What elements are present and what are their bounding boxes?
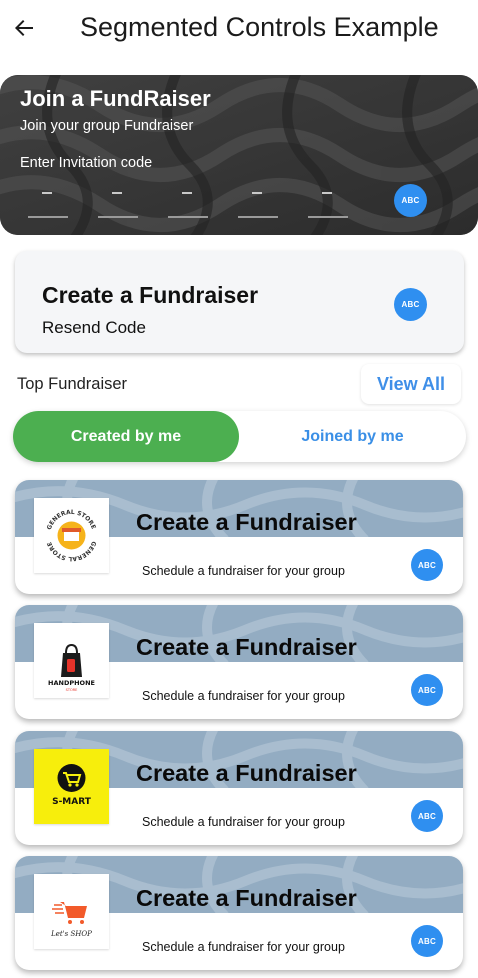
code-digit-field[interactable] [308,178,348,218]
fundraiser-card[interactable]: S-MART Create a Fundraiser Schedule a fu… [15,731,463,845]
join-fundraiser-card: Join a FundRaiser Join your group Fundra… [0,75,478,235]
abc-keyboard-icon[interactable]: ABC [411,674,443,706]
resend-code-link[interactable]: Resend Code [42,318,146,338]
create-fundraiser-title: Create a Fundraiser [42,282,259,308]
abc-keyboard-icon[interactable]: ABC [394,288,427,321]
abc-keyboard-icon[interactable]: ABC [411,925,443,957]
page-title: Segmented Controls Example [80,12,439,42]
logo-text: Let's SHOP [50,930,92,938]
fundraiser-card[interactable]: HANDPHONE STORE Create a Fundraiser Sche… [15,605,463,719]
code-digit-field[interactable] [28,178,68,218]
general-store-logo: GENERAL STORE GENERAL STORE [34,498,109,573]
fundraiser-title: Create a Fundraiser [136,634,357,660]
fundraiser-card[interactable]: Let's SHOP Create a Fundraiser Schedule … [15,856,463,970]
abc-keyboard-icon[interactable]: ABC [411,800,443,832]
fundraiser-subtitle: Schedule a fundraiser for your group [142,940,345,954]
fundraiser-subtitle: Schedule a fundraiser for your group [142,564,345,578]
fundraiser-subtitle: Schedule a fundraiser for your group [142,815,345,829]
invitation-code-label: Enter Invitation code [20,155,153,171]
logo-text: S-MART [52,797,92,807]
fundraiser-subtitle: Schedule a fundraiser for your group [142,689,345,703]
abc-keyboard-icon[interactable]: ABC [394,184,427,217]
logo-text: STORE [66,688,78,692]
code-digit-field[interactable] [168,178,208,218]
fundraiser-title: Create a Fundraiser [136,885,357,911]
view-all-button[interactable]: View All [361,364,461,404]
lets-shop-logo: Let's SHOP [34,874,109,949]
segmented-control: Created by me Joined by me [13,411,466,462]
back-arrow-icon[interactable] [10,14,38,42]
fundraiser-title: Create a Fundraiser [136,760,357,786]
create-fundraiser-card[interactable]: Create a Fundraiser Resend Code ABC [15,251,464,353]
handphone-store-logo: HANDPHONE STORE [34,623,109,698]
fundraiser-card[interactable]: GENERAL STORE GENERAL STORE Create a Fun… [15,480,463,594]
fundraiser-title: Create a Fundraiser [136,509,357,535]
code-digit-field[interactable] [238,178,278,218]
hero-title: Join a FundRaiser [20,86,211,111]
app-bar: Segmented Controls Example [0,0,478,56]
segment-created-by-me[interactable]: Created by me [13,411,239,462]
abc-keyboard-icon[interactable]: ABC [411,549,443,581]
segment-joined-by-me[interactable]: Joined by me [239,411,466,462]
code-digit-field[interactable] [98,178,138,218]
hero-subtitle: Join your group Fundraiser [20,118,194,134]
top-fundraiser-heading: Top Fundraiser [17,375,128,393]
logo-text: HANDPHONE [48,679,95,687]
s-mart-logo: S-MART [34,749,109,824]
